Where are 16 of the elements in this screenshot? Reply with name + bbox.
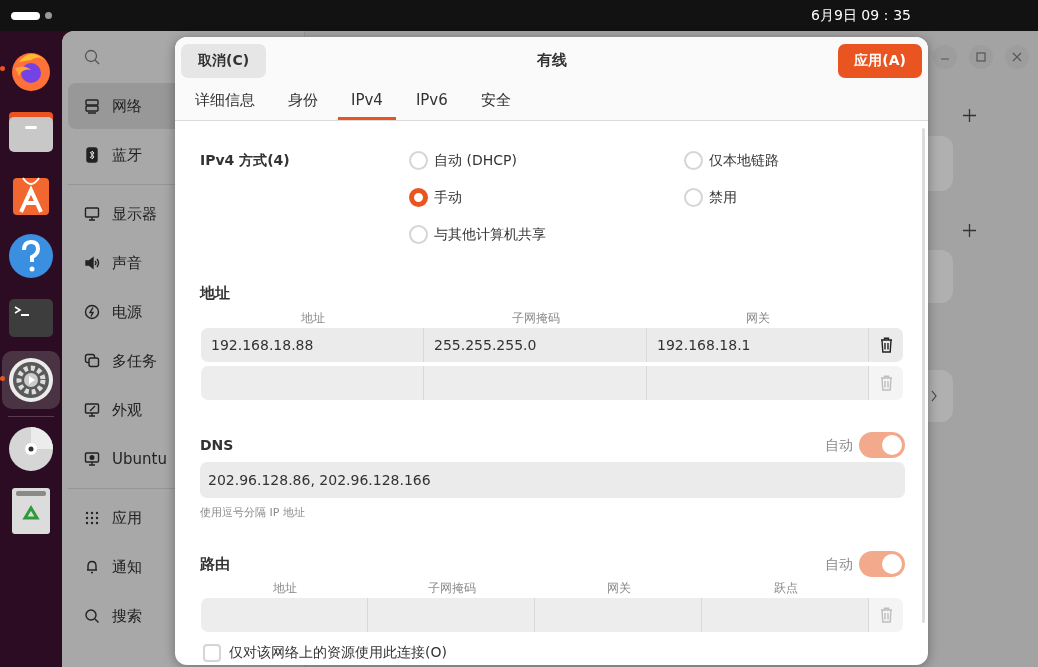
dialog-title: 有线	[536, 50, 567, 72]
switch-label: 自动	[825, 554, 853, 574]
column-header: 网关	[746, 310, 770, 326]
section-label: IPv4 方式(4)	[200, 151, 291, 170]
column-header: 网关	[606, 580, 631, 596]
checkbox-label: 仅对该网络上的资源使用此连接(O)	[229, 643, 447, 662]
section-title: 地址	[200, 284, 231, 302]
column-header: 跃点	[773, 580, 798, 596]
section-title: DNS	[200, 435, 234, 455]
column-header: 地址	[272, 580, 297, 596]
column-header: 子网掩码	[511, 310, 560, 326]
column-header: 地址	[300, 310, 325, 326]
hint-text: 使用逗号分隔 IP 地址	[200, 506, 306, 520]
switch-label: 自动	[825, 435, 853, 455]
section-title: 路由	[200, 553, 230, 575]
column-header: 子网掩码	[427, 580, 476, 596]
